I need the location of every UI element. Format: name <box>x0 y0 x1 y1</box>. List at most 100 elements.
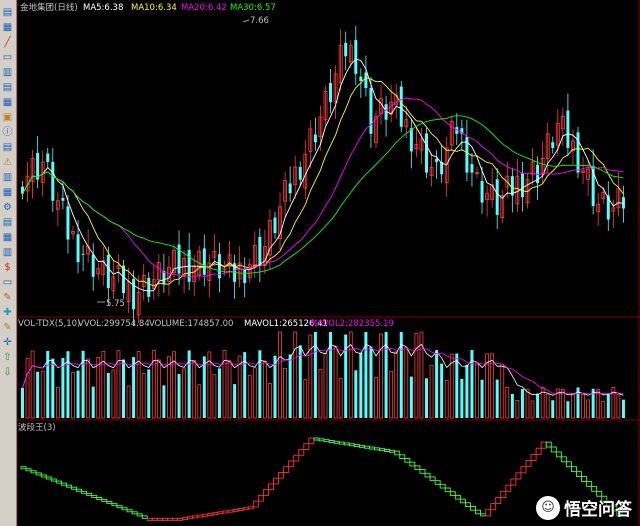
search-icon[interactable]: ▦ <box>1 231 14 244</box>
volume-bar <box>86 358 91 419</box>
volume-bar <box>495 379 499 418</box>
wave-step <box>313 437 320 441</box>
volume-bar <box>283 367 288 419</box>
candle-body <box>344 42 348 57</box>
candle-body <box>46 153 50 162</box>
candle-body <box>298 167 302 180</box>
warning-icon[interactable]: ⚠ <box>1 156 14 169</box>
calendar-icon[interactable]: ▦ <box>1 96 14 109</box>
volume-bar <box>394 351 399 419</box>
candle-body <box>61 197 65 201</box>
wave-step <box>106 501 113 505</box>
wave-step <box>379 448 386 452</box>
vvol-label: VVOL:299754.84 <box>78 319 150 329</box>
wave-step <box>535 447 542 455</box>
wave-step <box>369 446 375 450</box>
export-icon[interactable]: ✚ <box>1 306 14 319</box>
candle-body <box>364 72 368 88</box>
kline-chart-svg[interactable]: 金地集团(日线) MA5:6.38 MA10:6.34 MA20:6.42 MA… <box>17 0 640 526</box>
candle-body <box>566 110 570 148</box>
chart-icon[interactable]: ▤ <box>1 6 14 19</box>
candle-body <box>81 253 85 255</box>
wave-step <box>156 517 163 521</box>
wave-step <box>20 466 27 470</box>
list-icon[interactable]: ▤ <box>1 81 14 94</box>
ruler-icon[interactable]: ▭ <box>1 51 14 64</box>
wave-step <box>66 484 72 488</box>
volume-bar <box>217 368 221 418</box>
candle-body <box>132 278 136 310</box>
wave-step <box>242 507 249 511</box>
ma20-label: MA20:6.42 <box>181 3 227 13</box>
volume-bar <box>581 394 585 419</box>
folder-icon[interactable]: ▣ <box>1 111 14 124</box>
wave-step <box>136 513 143 517</box>
table-icon[interactable]: ▥ <box>1 66 14 79</box>
info-icon[interactable]: ⓘ <box>1 126 14 139</box>
wave-step <box>571 466 577 473</box>
dollar-icon[interactable]: $ <box>1 261 14 274</box>
volume-bar <box>338 378 343 419</box>
wave-panel[interactable] <box>20 437 623 521</box>
wave-step <box>298 449 305 456</box>
stock-chart-area[interactable]: 金地集团(日线) MA5:6.38 MA10:6.34 MA20:6.42 MA… <box>17 0 640 526</box>
mavol2-label: MAVOL2:282355.19 <box>310 319 394 329</box>
up-arrow-icon[interactable]: ⇧ <box>1 351 14 364</box>
volume-bar <box>374 377 378 419</box>
wave-step <box>182 517 189 520</box>
volume-bar <box>480 379 484 418</box>
stats-icon[interactable]: ▦ <box>1 186 14 199</box>
volume-bar <box>586 399 590 419</box>
settings-icon[interactable]: ⚙ <box>1 201 14 214</box>
volume-bar <box>262 360 267 419</box>
pencil-icon[interactable]: ✎ <box>1 321 14 334</box>
wave-step <box>409 461 416 467</box>
news-icon[interactable]: ▤ <box>1 141 14 154</box>
grid-icon[interactable]: ▦ <box>1 21 14 34</box>
volume-bar <box>369 346 373 418</box>
down-arrow-icon[interactable]: ⇩ <box>1 366 14 379</box>
volume-panel[interactable] <box>21 331 625 419</box>
wave-step <box>81 490 88 494</box>
volume-bar <box>566 401 570 418</box>
compare-icon[interactable]: ▤ <box>1 216 14 229</box>
volume-bar <box>460 378 464 418</box>
volume-bar <box>147 369 151 418</box>
wave-step <box>495 497 502 505</box>
volume-bar <box>425 378 428 418</box>
wave-step <box>141 515 148 519</box>
wave-step <box>576 471 583 477</box>
volume-bar <box>55 386 60 419</box>
candle-body <box>495 179 499 215</box>
volume-bar <box>227 360 232 419</box>
wave-step <box>303 443 310 450</box>
price-panel[interactable] <box>21 25 625 327</box>
report-icon[interactable]: ▥ <box>1 171 14 184</box>
high-price-label: 7.66 <box>250 16 269 26</box>
wave-step <box>545 441 552 448</box>
move-icon[interactable]: ✛ <box>1 336 14 349</box>
filter-icon[interactable]: ▥ <box>1 246 14 259</box>
candle-body <box>480 181 484 203</box>
volume-bar <box>455 353 459 418</box>
candle-body <box>551 142 555 148</box>
side-toolbar: ▤ ▦ ╱ ▭ ▥ ▤ ▦ ▣ ⓘ ▤ ⚠ ▥ ▦ ⚙ ▤ ▦ ▥ $ ▭ ✎ ✚ ✎ ✛ ⇧ ⇩ <box>0 0 17 526</box>
wave-step <box>475 509 482 515</box>
volume-bar <box>156 359 161 419</box>
wave-step <box>550 446 557 453</box>
wave-step <box>146 517 153 521</box>
flag-icon[interactable]: ✎ <box>1 291 14 304</box>
volume-bar <box>444 379 449 419</box>
line-icon[interactable]: ╱ <box>1 36 14 49</box>
zoom-icon[interactable]: ▭ <box>1 276 14 289</box>
volume-bar <box>551 400 555 418</box>
volume-bar <box>237 355 242 419</box>
ma30-label: MA30:6.57 <box>230 3 276 13</box>
wave-step <box>338 441 345 445</box>
wave-step <box>470 506 476 511</box>
volume-bar <box>233 384 237 418</box>
volume-bar <box>192 359 197 419</box>
volume-bar <box>601 401 606 419</box>
volume-bar <box>76 370 80 418</box>
volume-bar <box>167 356 171 419</box>
